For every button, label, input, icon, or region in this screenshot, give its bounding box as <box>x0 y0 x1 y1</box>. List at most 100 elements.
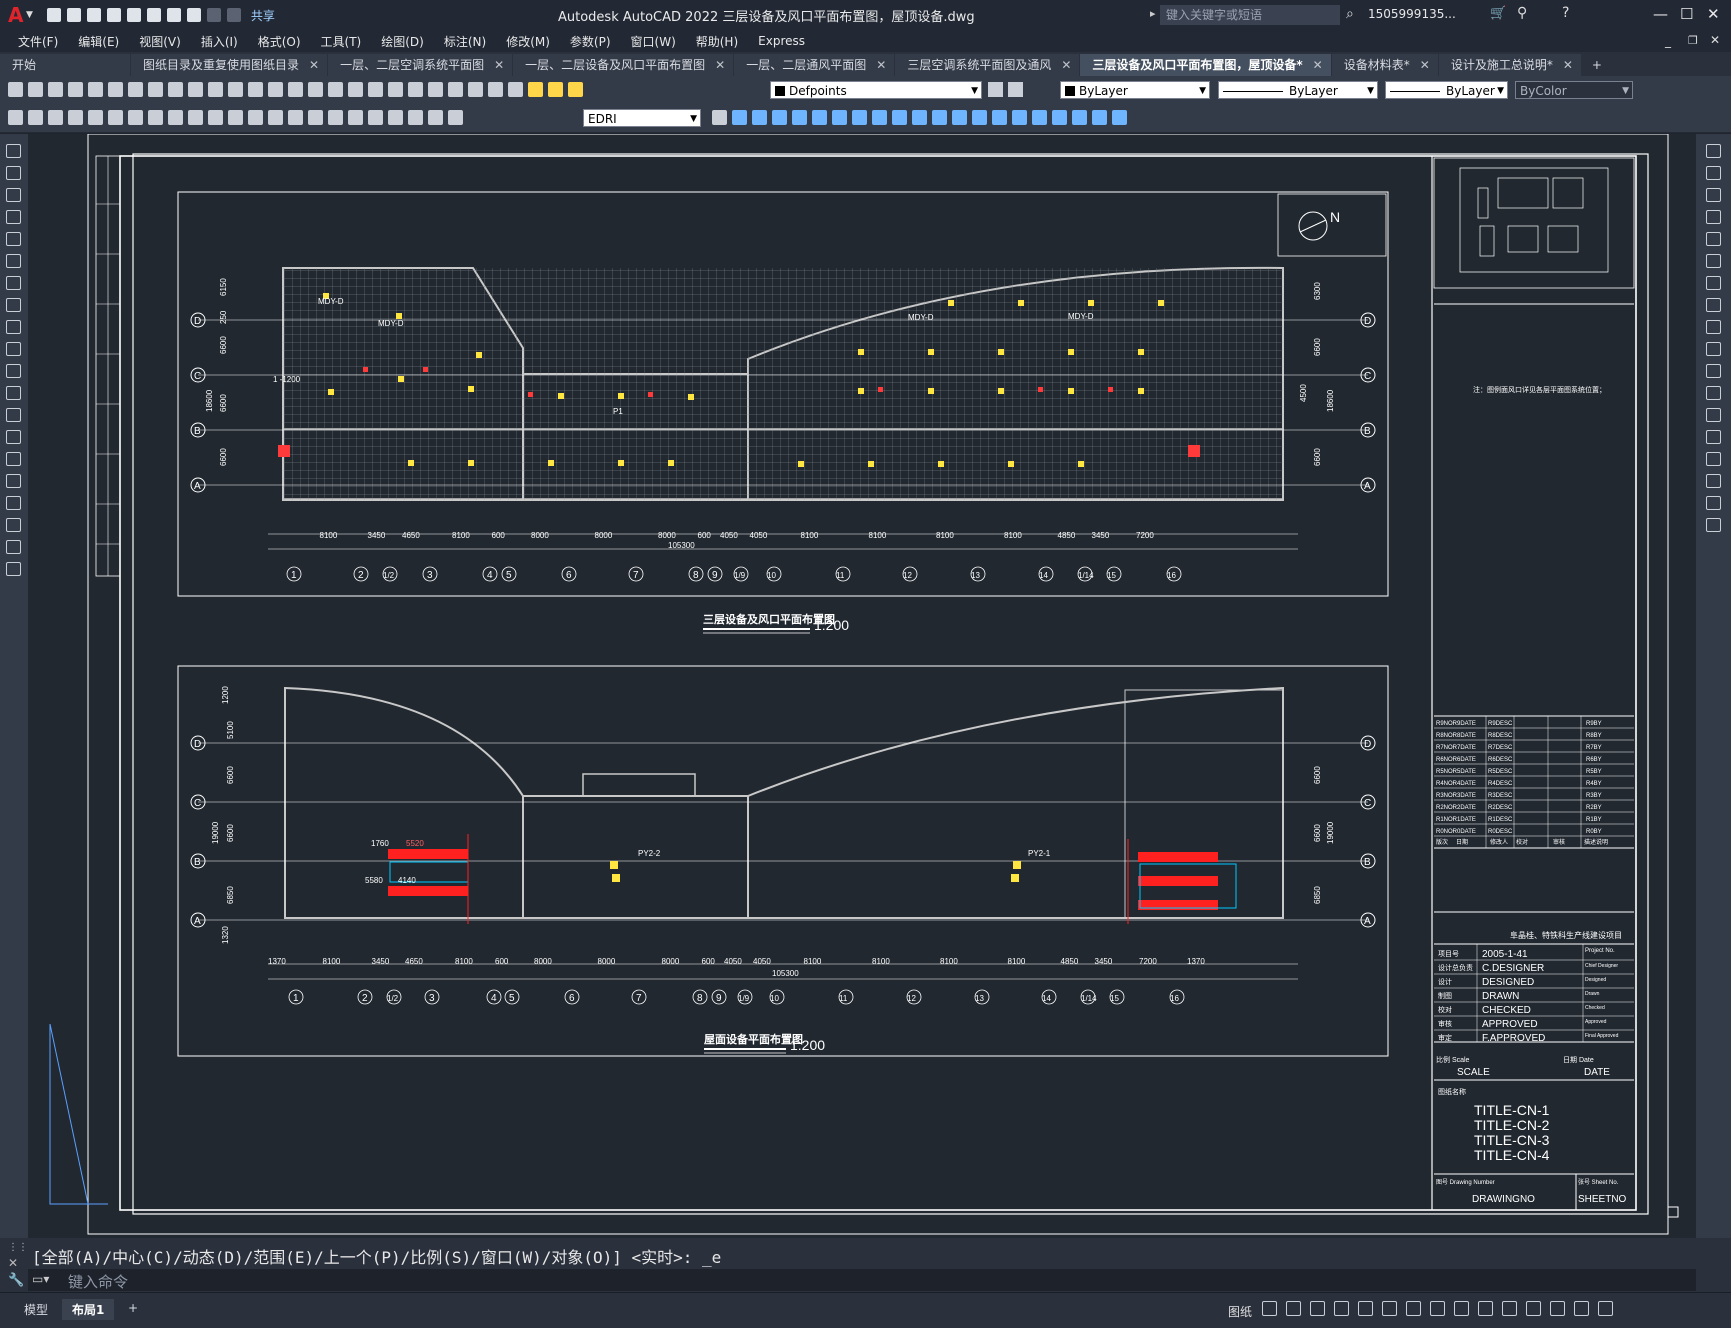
tab-floor3-ac[interactable]: 三层空调系统平面图及通风 ✕ <box>895 54 1080 76</box>
properties-icon[interactable] <box>368 82 383 97</box>
tab-close-icon[interactable]: ✕ <box>1313 54 1323 76</box>
tab-close-icon[interactable]: ✕ <box>1420 54 1430 76</box>
tab-floor12-equipment[interactable]: 一层、二层设备及风口平面布置图 ✕ <box>513 54 734 76</box>
chamfer-icon[interactable] <box>972 110 987 125</box>
linetype-dropdown[interactable]: ByLayer ▼ <box>1218 81 1378 99</box>
dim-edit-icon[interactable] <box>348 110 363 125</box>
revcloud-icon[interactable] <box>6 298 21 312</box>
qnew-icon[interactable] <box>8 82 23 97</box>
command-input[interactable]: ▭▾ 键入命令 <box>28 1269 1696 1291</box>
fillet-icon[interactable] <box>992 110 1007 125</box>
user-account[interactable]: 1505999135... <box>1368 7 1456 21</box>
cut-icon[interactable] <box>148 82 163 97</box>
construction-line-icon[interactable] <box>6 166 21 180</box>
menu-insert[interactable]: 插入(I) <box>201 33 238 50</box>
draworder-icon[interactable] <box>1092 110 1107 125</box>
calculator-icon[interactable] <box>468 82 483 97</box>
layer-dropdown[interactable]: Defpoints ▼ <box>770 81 982 99</box>
sheet-set-icon[interactable] <box>428 82 443 97</box>
cart-icon[interactable]: 🛒 <box>1490 6 1506 21</box>
tab-floor3-equipment[interactable]: 三层设备及风口平面布置图，屋顶设备* ✕ <box>1080 54 1331 76</box>
markup-icon[interactable] <box>448 82 463 97</box>
region-icon[interactable] <box>6 496 21 510</box>
tab-close-icon[interactable]: ✕ <box>309 54 319 76</box>
new-tab-button[interactable]: + <box>1581 54 1612 76</box>
doc-close-icon[interactable]: ✕ <box>1710 33 1720 47</box>
scale-icon[interactable] <box>1706 298 1721 312</box>
menu-express[interactable]: Express <box>758 34 805 48</box>
lineweight-dropdown[interactable]: ByLayer ▼ <box>1385 81 1508 99</box>
object-snap-icon[interactable] <box>1358 1301 1373 1316</box>
extend-icon[interactable] <box>912 110 927 125</box>
tab-material-table[interactable]: 设备材料表* ✕ <box>1331 54 1438 76</box>
ortho-icon[interactable] <box>1262 1301 1277 1316</box>
undo-icon[interactable] <box>186 8 201 22</box>
jogged-linear-icon[interactable] <box>328 110 343 125</box>
search-icon[interactable]: ⌕ <box>1346 6 1354 22</box>
viewport-grip[interactable] <box>1667 1206 1679 1218</box>
join-icon[interactable] <box>1706 430 1721 444</box>
isodraft-icon[interactable] <box>1310 1301 1325 1316</box>
dim-style-icon[interactable] <box>408 110 423 125</box>
open-icon[interactable] <box>28 82 43 97</box>
explode-icon[interactable] <box>1012 110 1027 125</box>
explode-icon[interactable] <box>1706 518 1721 532</box>
paper-space-button[interactable]: 图纸 <box>1228 1303 1252 1320</box>
rotate-icon[interactable] <box>1706 276 1721 290</box>
annotation-scale-icon[interactable] <box>1454 1301 1469 1316</box>
dim-aligned-icon[interactable] <box>28 110 43 125</box>
open-web-icon[interactable] <box>126 8 141 22</box>
zoom-realtime-icon[interactable] <box>308 82 323 97</box>
help-icon[interactable] <box>488 82 503 97</box>
move-icon[interactable] <box>812 110 827 125</box>
save-icon[interactable] <box>48 82 63 97</box>
open-icon[interactable] <box>66 8 81 22</box>
menu-window[interactable]: 窗口(W) <box>631 33 676 50</box>
menu-file[interactable]: 文件(F) <box>18 33 58 50</box>
group-icon[interactable] <box>1052 110 1067 125</box>
tab-drawing-index[interactable]: 图纸目录及重复使用图纸目录 ✕ <box>131 54 328 76</box>
close-button[interactable]: ✕ <box>1707 5 1720 23</box>
tab-close-icon[interactable]: ✕ <box>494 54 504 76</box>
layout1-tab[interactable]: 布局1 <box>62 1299 115 1320</box>
tab-close-icon[interactable]: ✕ <box>1563 54 1573 76</box>
extend-icon[interactable] <box>1706 364 1721 378</box>
stretch-icon[interactable] <box>872 110 887 125</box>
fillet-icon[interactable] <box>1706 474 1721 488</box>
redo-icon[interactable] <box>206 8 221 22</box>
menu-draw[interactable]: 绘图(D) <box>381 33 424 50</box>
command-grip-icon[interactable]: ⋮⋮ <box>8 1242 28 1253</box>
tab-close-icon[interactable]: ✕ <box>715 54 725 76</box>
insert-block-icon[interactable] <box>6 386 21 400</box>
point-icon[interactable] <box>6 430 21 444</box>
expand-chevron-icon[interactable]: ▸ <box>1150 7 1156 20</box>
erase-icon[interactable] <box>1032 110 1047 125</box>
dim-ordinate-icon[interactable] <box>68 110 83 125</box>
transparency-icon[interactable] <box>1406 1301 1421 1316</box>
menu-modify[interactable]: 修改(M) <box>506 33 550 50</box>
tab-close-icon[interactable]: ✕ <box>876 54 886 76</box>
copy-object-icon[interactable] <box>732 110 747 125</box>
layer-thaw-icon[interactable] <box>548 82 563 97</box>
rotate-icon[interactable] <box>832 110 847 125</box>
move-icon[interactable] <box>1706 254 1721 268</box>
model-tab[interactable]: 模型 <box>14 1299 58 1320</box>
text-icon[interactable] <box>6 540 21 554</box>
isolate-objects-icon[interactable] <box>1550 1301 1565 1316</box>
selection-cycling-icon[interactable] <box>1430 1301 1445 1316</box>
customize-wrench-icon[interactable]: 🔧 <box>8 1273 24 1288</box>
redo-icon[interactable] <box>268 82 283 97</box>
scale-icon[interactable] <box>852 110 867 125</box>
matchprop-icon[interactable] <box>208 82 223 97</box>
save-web-icon[interactable] <box>146 8 161 22</box>
layer-unlock-icon[interactable] <box>568 82 583 97</box>
hardware-accel-icon[interactable] <box>1526 1301 1541 1316</box>
save-icon[interactable] <box>86 8 101 22</box>
tab-start[interactable]: 开始 <box>0 54 130 76</box>
tolerance-icon[interactable] <box>268 110 283 125</box>
trim-icon[interactable] <box>892 110 907 125</box>
doc-restore-icon[interactable]: ❐ <box>1688 34 1698 47</box>
join-icon[interactable] <box>952 110 967 125</box>
rectangle-icon[interactable] <box>6 232 21 246</box>
maximize-button[interactable]: ☐ <box>1680 5 1693 23</box>
